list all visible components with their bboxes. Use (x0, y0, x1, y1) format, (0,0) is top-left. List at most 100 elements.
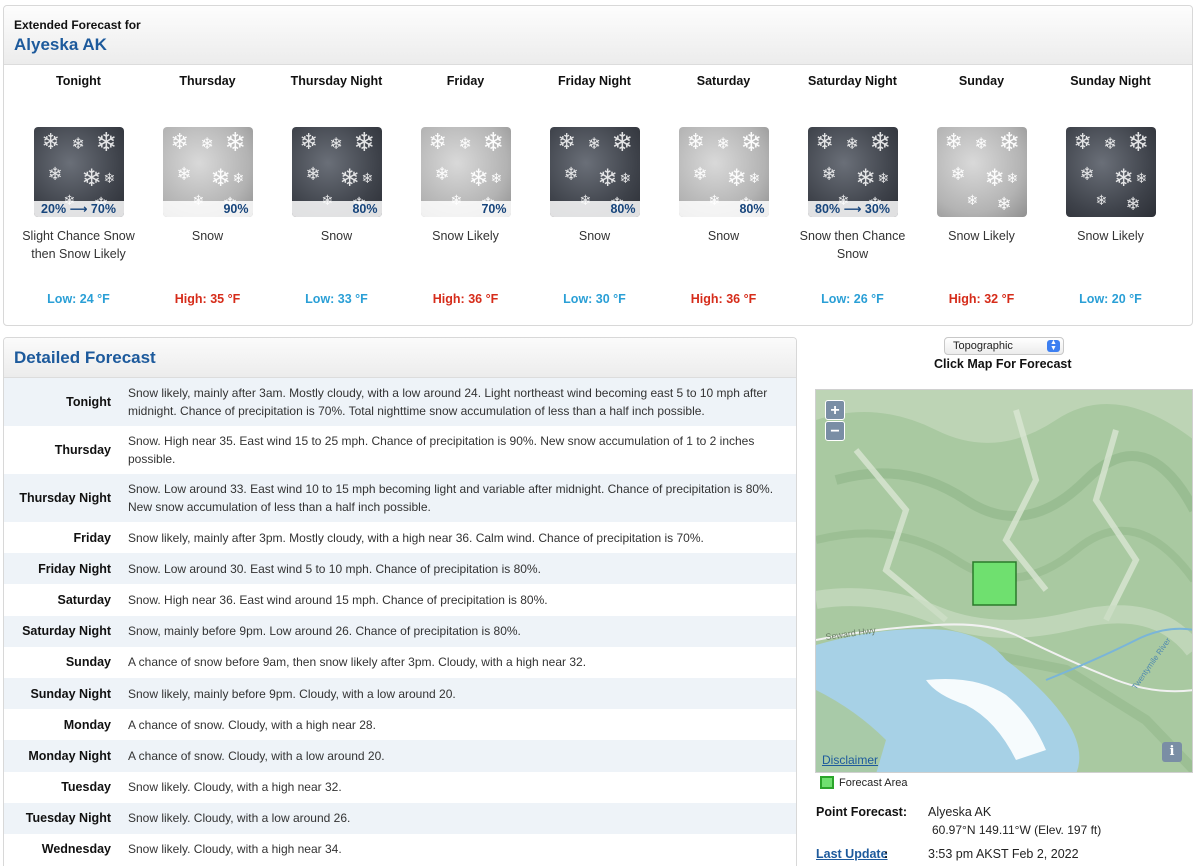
detailed-period-text: Snow likely. Cloudy, with a low around 2… (128, 811, 351, 826)
period-description: Snow Likely (432, 229, 499, 243)
last-update-link[interactable]: Last Update (816, 847, 888, 861)
detailed-forecast-row: Tonight Snow likely, mainly after 3am. Mo… (4, 378, 796, 426)
snow-day-icon: ❄❄❄❄❄❄❄❄80% (678, 127, 769, 217)
period-name: Sunday (958, 74, 1005, 88)
period-description: Snow (707, 229, 740, 243)
precip-chance: 80% (291, 201, 382, 217)
precip-chance: 70% (420, 201, 511, 217)
forecast-area-swatch (820, 776, 834, 789)
period-name: Saturday (696, 74, 751, 88)
forecast-period[interactable]: Saturday ❄❄❄❄❄❄❄❄80% Snow High: 36 °F (659, 72, 788, 306)
zoom-out-button[interactable]: − (825, 421, 845, 441)
period-temperature: Low: 30 °F (563, 292, 626, 306)
forecast-period[interactable]: Thursday Night ❄❄❄❄❄❄❄❄80% Snow Low: 33 °F (272, 72, 401, 306)
period-temperature: High: 35 °F (174, 292, 241, 306)
detailed-forecast-row: Saturday Night Snow, mainly before 9pm. L… (4, 615, 796, 647)
period-description: Snow then Chance Snow (799, 229, 906, 261)
period-temperature: Low: 24 °F (47, 292, 110, 306)
detailed-period-label: Tuesday (61, 780, 111, 795)
forecast-map[interactable]: Seward Hwy Twentymile River + − Disclaim… (815, 389, 1193, 773)
snow-night-icon: ❄❄❄❄❄❄❄❄20% ⟶ 70% (33, 127, 124, 217)
detailed-forecast-row: Friday Snow likely, mainly after 3pm. Mos… (4, 522, 796, 553)
detailed-period-text: Snow likely, mainly before 9pm. Cloudy, … (128, 686, 456, 701)
last-update-colon: : (884, 847, 889, 861)
detailed-forecast-row: Thursday Night Snow. Low around 33. East … (4, 474, 796, 522)
detailed-forecast-row: Sunday Night Snow likely, mainly before 9… (4, 677, 796, 710)
detailed-period-label: Friday Night (38, 561, 111, 576)
topographic-map[interactable]: Seward Hwy Twentymile River (816, 390, 1193, 773)
point-forecast-label: Point Forecast: (816, 805, 907, 819)
detailed-forecast-row: Sunday A chance of snow before 9am, then … (4, 647, 796, 678)
period-description: Snow Likely (948, 229, 1015, 243)
period-temperature: Low: 33 °F (305, 292, 368, 306)
period-description: Snow Likely (1077, 229, 1144, 243)
period-description: Snow (191, 229, 224, 243)
forecast-period[interactable]: Saturday Night ❄❄❄❄❄❄❄❄80% ⟶ 30% Snow then… (788, 72, 917, 306)
forecast-period[interactable]: Sunday ❄ ❄ ❄ ❄ ❄ ❄ ❄ ❄ Snow Likely High: 32 °F (917, 72, 1046, 306)
map-click-instruction: Click Map For Forecast (934, 357, 1072, 371)
period-description: Snow (320, 229, 353, 243)
precip-chance: 80% (549, 201, 640, 217)
detailed-period-text: A chance of snow. Cloudy, with a high ne… (128, 717, 376, 732)
detailed-period-text: Snow likely, mainly after 3am. Mostly cl… (128, 386, 768, 418)
detailed-period-label: Saturday Night (22, 624, 111, 639)
period-name: Thursday (179, 74, 236, 88)
map-type-value: Topographic (953, 340, 1013, 352)
forecast-area-square[interactable] (972, 561, 1017, 606)
detailed-period-label: Wednesday (41, 842, 111, 857)
period-temperature: High: 32 °F (948, 292, 1015, 306)
snow-day-icon: ❄❄❄❄❄❄❄❄70% (420, 127, 511, 217)
forecast-period[interactable]: Tonight ❄❄❄❄❄❄❄❄20% ⟶ 70% Slight Chance Sn… (14, 72, 143, 306)
period-name: Sunday Night (1070, 74, 1151, 88)
period-name: Tonight (56, 74, 101, 88)
detailed-period-text: A chance of snow before 9am, then snow l… (128, 655, 587, 670)
select-arrows-icon: ▲ ▼ (1047, 339, 1060, 352)
detailed-forecast-row: Monday A chance of snow. Cloudy, with a h… (4, 709, 796, 740)
detailed-period-text: Snow. High near 35. East wind 15 to 25 m… (128, 434, 755, 466)
period-temperature: High: 36 °F (432, 292, 499, 306)
detailed-period-label: Friday (73, 530, 111, 545)
snow-day-icon: ❄ ❄ ❄ ❄ ❄ ❄ ❄ ❄ (936, 127, 1027, 217)
detailed-period-text: Snow. Low around 33. East wind 10 to 15 … (128, 482, 774, 514)
forecast-period[interactable]: Friday Night ❄❄❄❄❄❄❄❄80% Snow Low: 30 °F (530, 72, 659, 306)
precip-chance: 20% ⟶ 70% (33, 201, 124, 217)
detailed-forecast-header: Detailed Forecast (4, 338, 796, 378)
period-description: Slight Chance Snow then Snow Likely (22, 229, 135, 261)
disclaimer-link[interactable]: Disclaimer (822, 753, 878, 767)
detailed-period-label: Tuesday Night (25, 811, 111, 826)
snow-night-icon: ❄ ❄ ❄ ❄ ❄ ❄ ❄ ❄ (1065, 127, 1156, 217)
detailed-period-label: Sunday (65, 655, 111, 670)
forecast-period[interactable]: Thursday ❄❄❄❄❄❄❄❄90% Snow High: 35 °F (143, 72, 272, 306)
snow-day-icon: ❄❄❄❄❄❄❄❄90% (162, 127, 253, 217)
detailed-period-label: Thursday Night (19, 491, 111, 505)
forecast-period[interactable]: Friday ❄❄❄❄❄❄❄❄70% Snow Likely High: 36 °F (401, 72, 530, 306)
period-temperature: Low: 20 °F (1079, 292, 1142, 306)
detailed-forecast-row: Tuesday Snow likely. Cloudy, with a high … (4, 772, 796, 803)
forecast-period[interactable]: Sunday Night ❄ ❄ ❄ ❄ ❄ ❄ ❄ ❄ Snow Likely Low: 20 °… (1046, 72, 1175, 306)
detailed-forecast-row: Thursday Snow. High near 35. East wind 15… (4, 426, 796, 474)
period-name: Friday Night (558, 74, 631, 88)
detailed-forecast-row: Monday Night A chance of snow. Cloudy, wi… (4, 740, 796, 772)
extended-forecast-header: Extended Forecast for Alyeska AK (4, 6, 1192, 65)
period-temperature: Low: 26 °F (821, 292, 884, 306)
detailed-forecast-list: Tonight Snow likely, mainly after 3am. Mo… (4, 378, 796, 865)
detailed-forecast-row: Saturday Snow. High near 36. East wind ar… (4, 584, 796, 615)
map-type-select[interactable]: Topographic ▲ ▼ (944, 337, 1064, 355)
detailed-period-label: Sunday Night (30, 686, 111, 701)
legend-label: Forecast Area (839, 776, 908, 789)
detailed-period-label: Tonight (66, 395, 111, 409)
info-button[interactable]: i (1162, 742, 1182, 762)
location-title: Alyeska AK (14, 35, 107, 54)
detailed-period-label: Monday (63, 717, 111, 732)
period-name: Saturday Night (808, 74, 897, 88)
zoom-in-button[interactable]: + (825, 400, 845, 420)
detailed-period-text: Snow. High near 36. East wind around 15 … (128, 592, 548, 607)
last-update-value: 3:53 pm AKST Feb 2, 2022 (928, 847, 1079, 861)
period-name: Friday (446, 74, 485, 88)
detailed-period-text: A chance of snow. Cloudy, with a low aro… (128, 748, 385, 763)
snow-night-icon: ❄❄❄❄❄❄❄❄80% (549, 127, 640, 217)
precip-chance: 90% (162, 201, 253, 217)
point-forecast-coords: 60.97°N 149.11°W (Elev. 197 ft) (932, 823, 1102, 837)
detailed-forecast-title: Detailed Forecast (14, 348, 156, 367)
detailed-period-text: Snow, mainly before 9pm. Low around 26. … (128, 624, 521, 639)
